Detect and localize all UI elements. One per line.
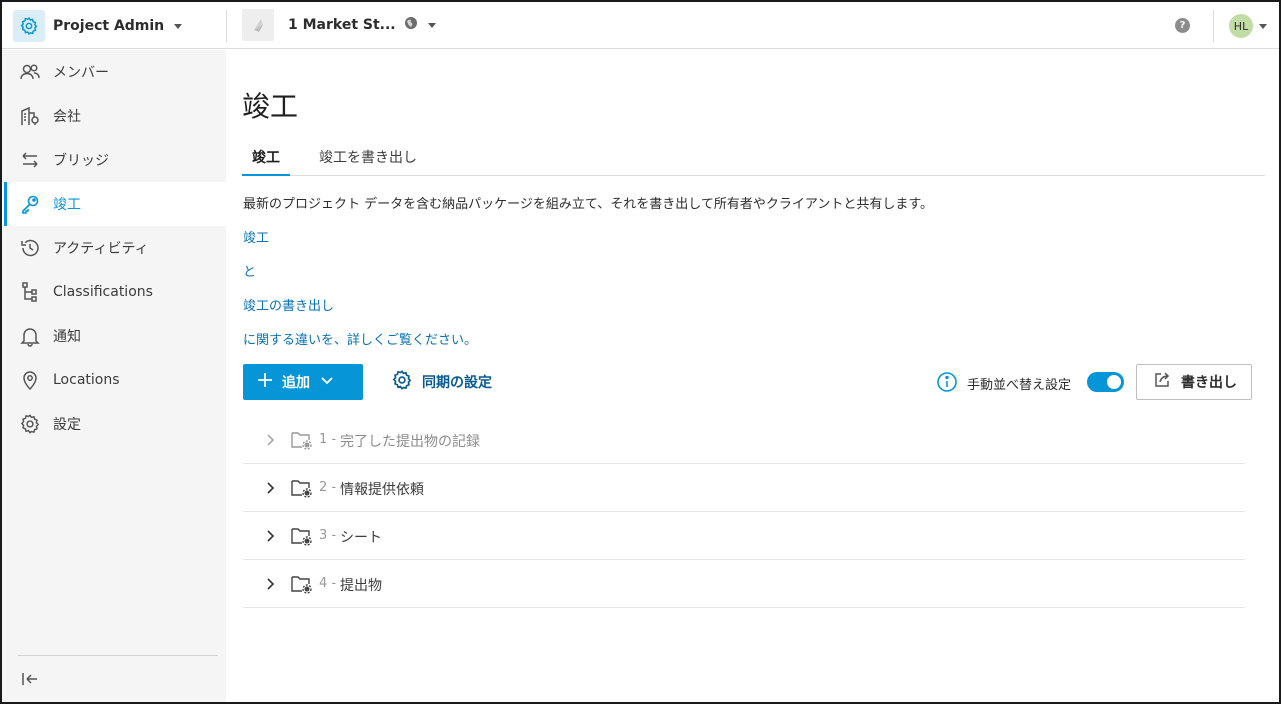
- description-text: 最新のプロジェクト データを含む納品パッケージを組み立て、それを書き出して所有者…: [243, 197, 934, 212]
- sidebar-item-activity[interactable]: アクティビティ: [2, 226, 226, 270]
- members-icon: [19, 61, 41, 83]
- help-icon[interactable]: ?: [1175, 18, 1190, 33]
- add-button[interactable]: 追加: [243, 364, 363, 400]
- main-content: 竣工 竣工 竣工を書き出し 最新のプロジェクト データを含む納品パッケージを組み…: [226, 50, 1279, 702]
- table-row[interactable]: 1 - 完了した提出物の記録: [243, 416, 1245, 464]
- sidebar-item-classifications[interactable]: Classifications: [2, 270, 226, 314]
- sidebar: メンバー 会社 ブリッジ 竣工 アクティビティ Classifications …: [2, 50, 226, 702]
- location-icon: [19, 369, 41, 391]
- link-text-and[interactable]: と: [243, 261, 256, 280]
- sidebar-item-members[interactable]: メンバー: [2, 50, 226, 94]
- classifications-icon: [19, 281, 41, 303]
- export-icon: [1153, 371, 1171, 393]
- sync-settings-button[interactable]: 同期の設定: [391, 369, 492, 395]
- plus-icon: [257, 372, 273, 392]
- key-icon: [19, 193, 41, 215]
- collapse-sidebar-icon[interactable]: [18, 668, 42, 690]
- divider: [226, 10, 227, 42]
- company-icon: [19, 105, 41, 127]
- chevron-right-icon[interactable]: [263, 433, 277, 447]
- tab-bar: 竣工 竣工を書き出し: [242, 147, 1265, 176]
- table-row[interactable]: 2 - 情報提供依頼: [243, 464, 1245, 512]
- chevron-down-icon: [427, 22, 436, 28]
- gear-icon: [19, 413, 41, 435]
- chevron-right-icon[interactable]: [263, 529, 277, 543]
- gear-icon: [13, 10, 45, 42]
- folder-settings-icon: [290, 430, 314, 450]
- toggle-knob: [1107, 375, 1121, 389]
- app-switcher[interactable]: Project Admin: [13, 10, 183, 42]
- manual-sort-toggle[interactable]: [1087, 372, 1124, 392]
- divider: [18, 655, 218, 656]
- chevron-right-icon[interactable]: [263, 481, 277, 495]
- project-thumbnail: [242, 9, 274, 41]
- project-name: 1 Market St...: [288, 17, 396, 33]
- chevron-down-icon: [320, 375, 334, 390]
- app-name: Project Admin: [53, 18, 165, 34]
- activity-icon: [19, 237, 41, 259]
- app-window: Project Admin 1 Market St... ? HL メンバー 会…: [0, 0, 1281, 704]
- bell-icon: [19, 325, 41, 347]
- chevron-down-icon: [1259, 23, 1267, 29]
- sidebar-item-notifications[interactable]: 通知: [2, 314, 226, 358]
- project-switcher[interactable]: 1 Market St...: [242, 9, 436, 41]
- divider: [1213, 10, 1214, 42]
- sidebar-item-bridge[interactable]: ブリッジ: [2, 138, 226, 182]
- learn-more-link[interactable]: に関する違いを、詳しくご覧ください。: [243, 329, 477, 348]
- tab-handover-export[interactable]: 竣工を書き出し: [319, 147, 417, 176]
- sidebar-item-company[interactable]: 会社: [2, 94, 226, 138]
- handover-export-link[interactable]: 竣工の書き出し: [243, 295, 334, 314]
- globe-icon: [404, 16, 418, 34]
- tab-handover[interactable]: 竣工: [242, 147, 290, 176]
- sidebar-item-locations[interactable]: Locations: [2, 358, 226, 402]
- chevron-right-icon[interactable]: [263, 577, 277, 591]
- table-row[interactable]: 3 - シート: [243, 512, 1245, 560]
- export-button[interactable]: 書き出し: [1136, 364, 1252, 400]
- page-title: 竣工: [242, 90, 299, 123]
- table-row[interactable]: 4 - 提出物: [243, 560, 1245, 608]
- avatar: HL: [1229, 14, 1253, 38]
- handover-link[interactable]: 竣工: [243, 227, 269, 246]
- info-icon[interactable]: [936, 371, 958, 393]
- chevron-down-icon: [174, 23, 183, 29]
- gear-icon: [391, 369, 413, 395]
- folder-settings-icon: [290, 574, 314, 594]
- folder-settings-icon: [290, 478, 314, 498]
- top-bar: Project Admin 1 Market St... ? HL: [2, 2, 1279, 49]
- sidebar-item-settings[interactable]: 設定: [2, 402, 226, 446]
- user-menu[interactable]: HL: [1229, 14, 1267, 38]
- bridge-icon: [19, 149, 41, 171]
- manual-sort-label: 手動並べ替え設定: [967, 378, 1072, 393]
- sidebar-item-handover[interactable]: 竣工: [2, 182, 226, 226]
- folder-settings-icon: [290, 526, 314, 546]
